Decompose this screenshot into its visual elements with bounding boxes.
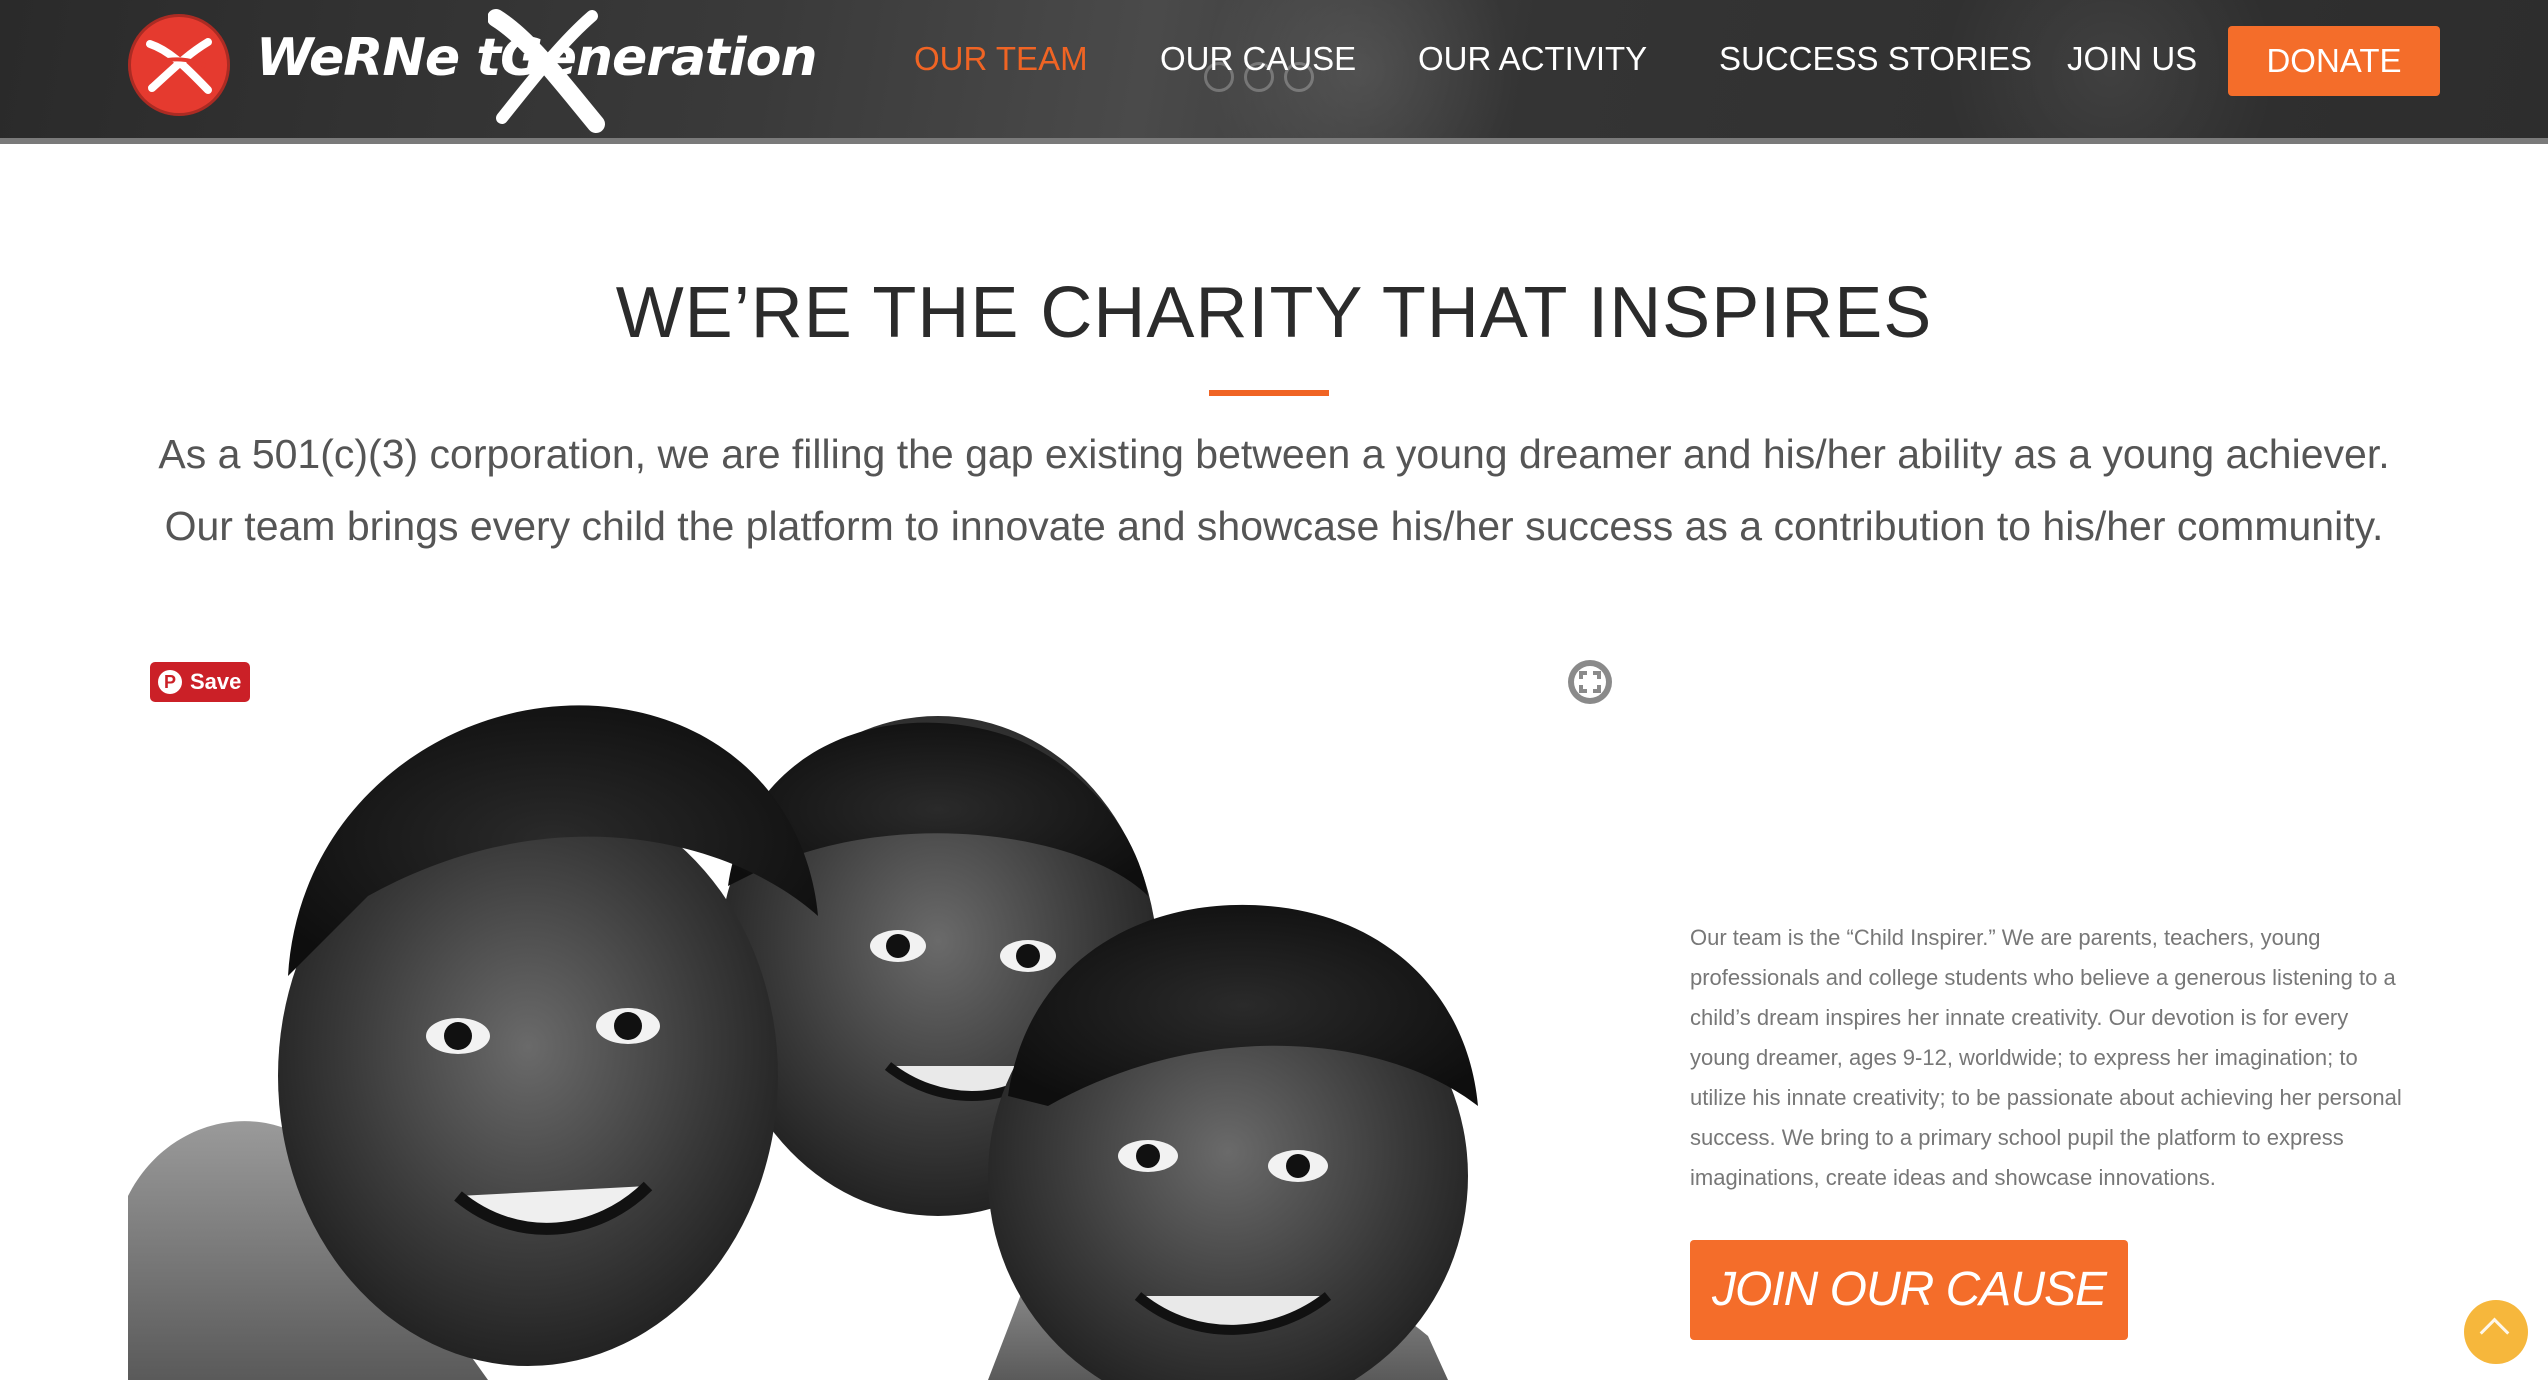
site-header: WeRNe tGeneration OUR TEAM OUR CAUSE OUR… <box>0 0 2548 138</box>
title-underline <box>1209 390 1329 396</box>
nav-item-our-team[interactable]: OUR TEAM <box>914 40 1088 78</box>
save-label: Save <box>190 669 242 694</box>
team-description: Our team is the “Child Inspirer.” We are… <box>1690 925 2402 1190</box>
header-divider <box>0 138 2548 144</box>
children-photo-illustration <box>128 705 1478 1380</box>
nav-item-success-stories[interactable]: SUCCESS STORIES <box>1719 40 2032 78</box>
join-our-cause-button[interactable]: JOIN OUR CAUSE <box>1690 1240 2128 1340</box>
pinterest-save-button[interactable]: P Save <box>150 662 250 702</box>
chevron-up-icon <box>2479 1317 2510 1348</box>
nav-item-our-cause[interactable]: OUR CAUSE <box>1160 40 1356 78</box>
nav-item-join-us[interactable]: JOIN US <box>2067 40 2197 78</box>
donate-button[interactable]: DONATE <box>2228 26 2440 96</box>
scroll-to-top-button[interactable] <box>2464 1300 2528 1364</box>
nav-item-our-activity[interactable]: OUR ACTIVITY <box>1418 40 1647 78</box>
expand-icon[interactable] <box>1566 658 1614 706</box>
main-navigation: OUR TEAM OUR CAUSE OUR ACTIVITY SUCCESS … <box>0 0 2548 124</box>
pinterest-icon: P <box>158 670 182 694</box>
children-photo <box>128 636 1548 1380</box>
page-title: WE’RE THE CHARITY THAT INSPIRES <box>615 273 1933 353</box>
intro-paragraph: As a 501(c)(3) corporation, we are filli… <box>158 431 2390 549</box>
